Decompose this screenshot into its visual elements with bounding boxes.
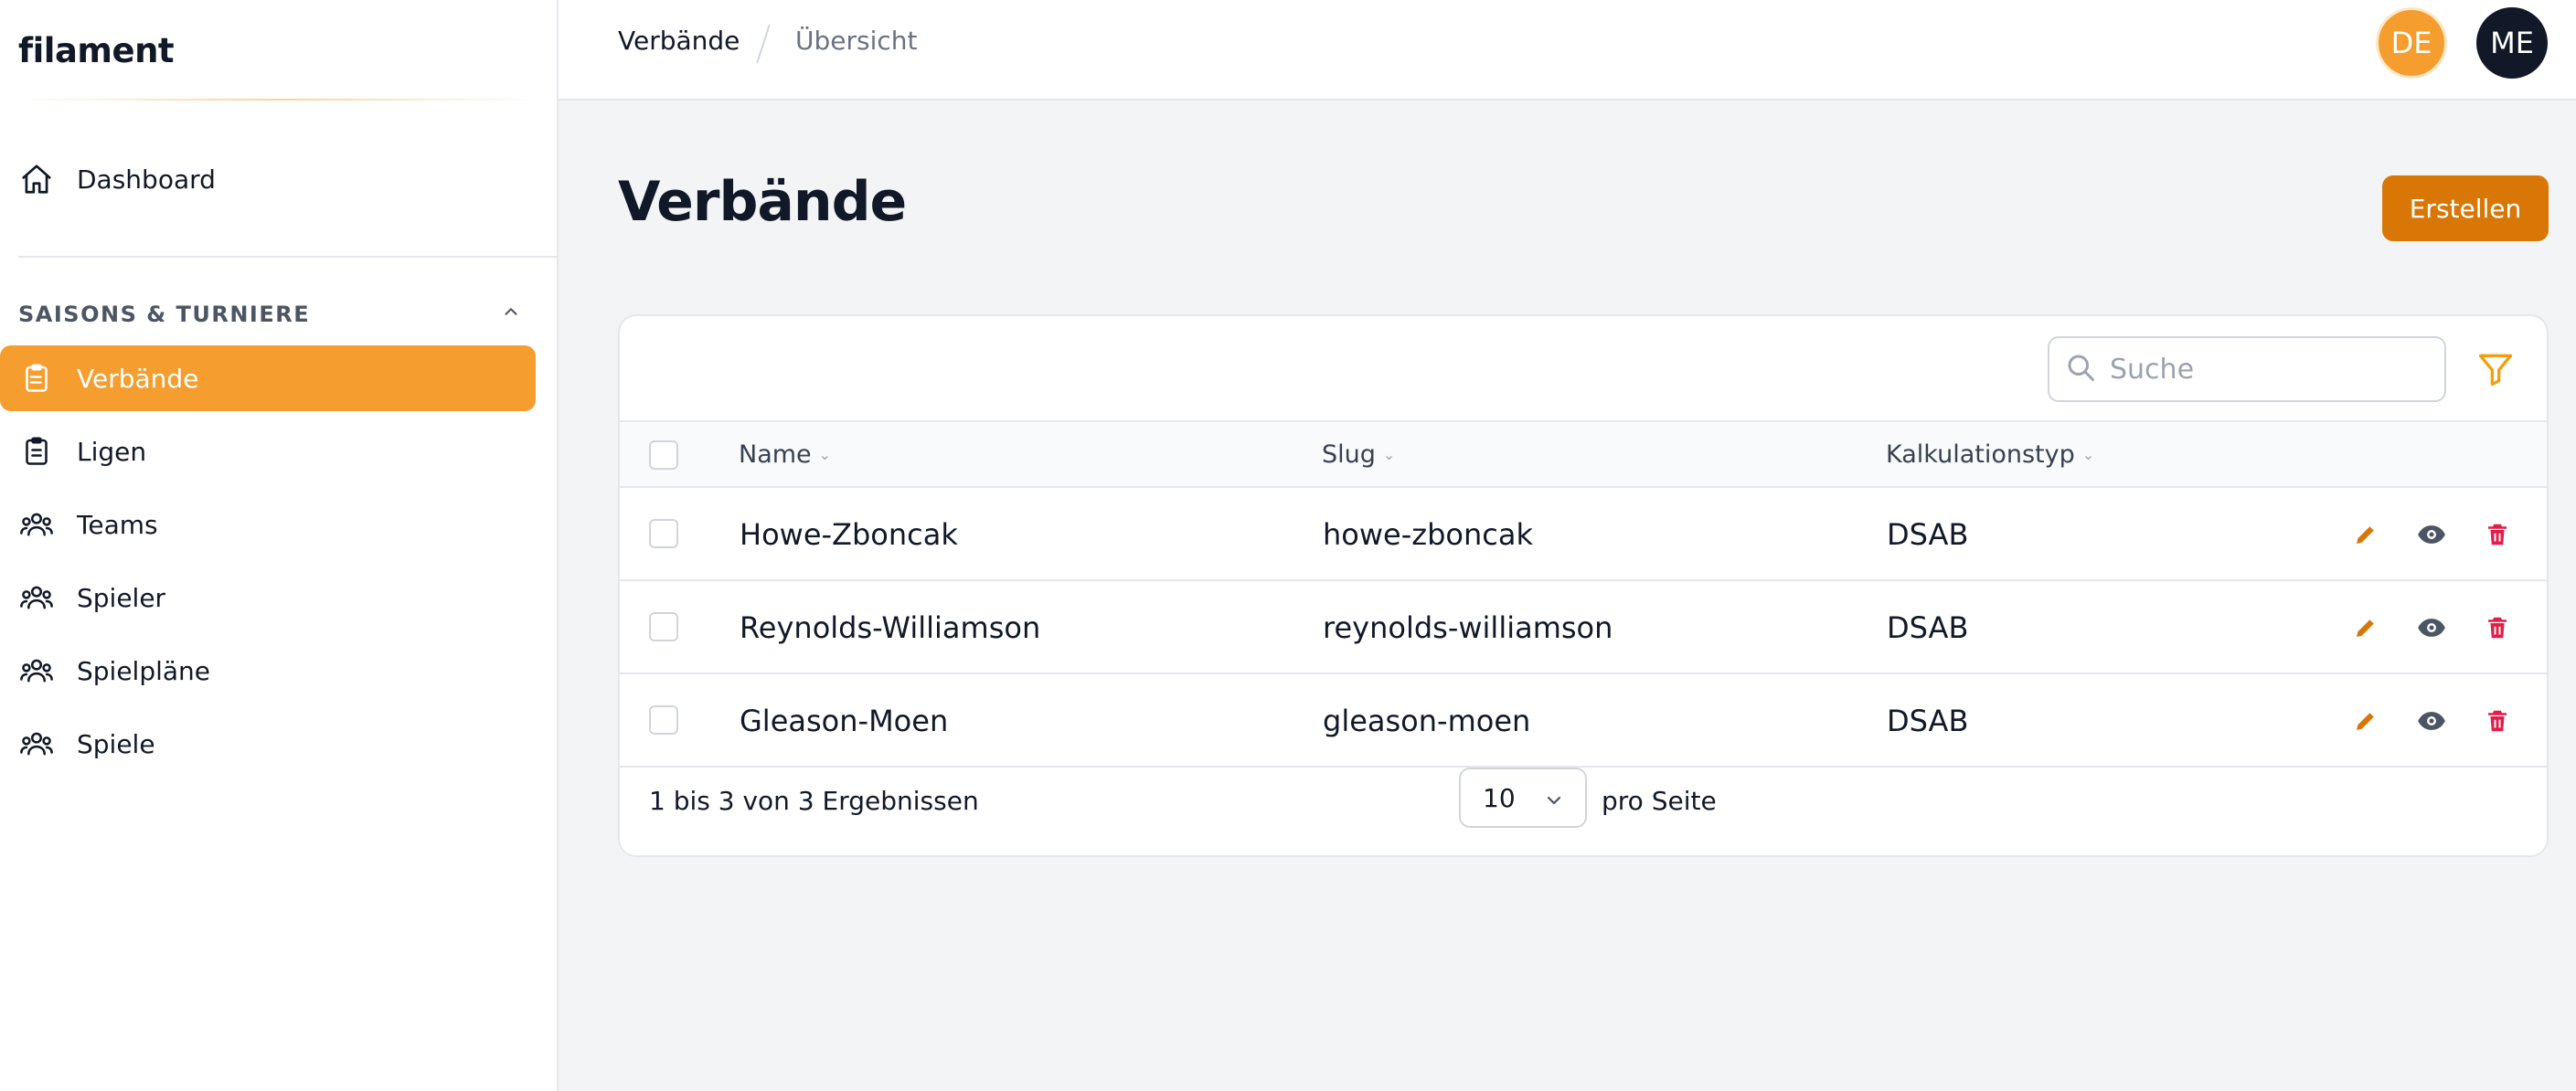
row-checkbox[interactable] <box>649 612 678 641</box>
cell-kalkulationstyp: DSAB <box>1887 517 1969 552</box>
sidebar-group-header[interactable]: SAISONS & TURNIERE <box>18 302 521 327</box>
avatar-de[interactable]: DE <box>2376 7 2447 79</box>
sidebar-divider <box>18 256 558 258</box>
brand-underline <box>18 99 538 101</box>
edit-pencil-icon[interactable] <box>2349 518 2382 551</box>
cell-name[interactable]: Reynolds-Williamson <box>740 610 1040 645</box>
brand-logo[interactable]: filament <box>0 0 557 101</box>
search-box[interactable] <box>2048 336 2446 402</box>
avatar-initials: ME <box>2490 26 2534 60</box>
row-checkbox[interactable] <box>649 519 678 548</box>
table-row: Gleason-Moen gleason-moen DSAB <box>620 674 2547 768</box>
cell-kalkulationstyp: DSAB <box>1887 610 1969 645</box>
sidebar-item-teams[interactable]: Teams <box>0 492 536 557</box>
table-card: Name ⌄ Slug ⌄ Kalkulationstyp ⌄ Howe-Zbo… <box>618 314 2549 857</box>
sidebar-item-ligen[interactable]: Ligen <box>0 418 536 484</box>
brand-name: filament <box>18 30 175 70</box>
sidebar-item-label: Spieler <box>77 582 166 613</box>
user-group-icon <box>18 652 55 689</box>
topbar: Verbände Übersicht DE ME <box>559 0 2576 101</box>
avatar-initials: DE <box>2390 26 2432 60</box>
chevron-down-icon <box>1543 788 1565 818</box>
delete-trash-icon[interactable] <box>2481 704 2514 737</box>
user-group-icon <box>18 726 55 762</box>
column-header-label: Name <box>739 440 812 469</box>
sidebar-item-verbaende[interactable]: Verbände <box>0 345 536 411</box>
sidebar-group-label: SAISONS & TURNIERE <box>18 302 311 327</box>
select-all-checkbox[interactable] <box>649 440 678 470</box>
pagination-results-text: 1 bis 3 von 3 Ergebnissen <box>649 786 979 816</box>
per-page-label: pro Seite <box>1602 786 1717 816</box>
search-input[interactable] <box>2110 353 2421 386</box>
filter-icon[interactable] <box>2475 349 2516 389</box>
sidebar-item-spielplaene[interactable]: Spielpläne <box>0 638 536 704</box>
per-page-value: 10 <box>1483 782 1516 813</box>
create-button[interactable]: Erstellen <box>2382 175 2549 241</box>
sort-chevron-icon: ⌄ <box>1382 446 1396 463</box>
sidebar-item-label: Teams <box>77 509 158 540</box>
view-eye-icon[interactable] <box>2415 518 2448 551</box>
column-header-label: Slug <box>1322 440 1376 469</box>
search-icon <box>2064 351 2097 387</box>
breadcrumb-item-verbaende[interactable]: Verbände <box>618 26 740 56</box>
cell-slug: reynolds-williamson <box>1323 610 1613 645</box>
cell-kalkulationstyp: DSAB <box>1887 704 1969 738</box>
sidebar-item-spiele[interactable]: Spiele <box>0 711 536 777</box>
avatar-me[interactable]: ME <box>2476 7 2548 79</box>
page-title: Verbände <box>618 170 907 234</box>
cell-name[interactable]: Gleason-Moen <box>740 704 948 738</box>
user-group-icon <box>18 579 55 616</box>
sidebar-item-label: Dashboard <box>77 164 216 195</box>
per-page-select[interactable]: 10 <box>1459 768 1587 828</box>
cell-slug: howe-zboncak <box>1323 517 1533 552</box>
table-row: Reynolds-Williamson reynolds-williamson … <box>620 581 2547 674</box>
clipboard-icon <box>18 360 55 397</box>
breadcrumb-separator <box>756 24 771 64</box>
user-group-icon <box>18 506 55 543</box>
breadcrumb-item-uebersicht: Übersicht <box>795 26 918 56</box>
home-icon <box>18 161 55 197</box>
sidebar-item-label: Verbände <box>77 363 199 394</box>
edit-pencil-icon[interactable] <box>2349 611 2382 644</box>
column-header-label: Kalkulationstyp <box>1886 440 2075 469</box>
delete-trash-icon[interactable] <box>2481 611 2514 644</box>
column-header-slug[interactable]: Slug ⌄ <box>1322 440 1395 469</box>
sidebar-item-label: Ligen <box>77 436 147 467</box>
view-eye-icon[interactable] <box>2415 611 2448 644</box>
sort-chevron-icon: ⌄ <box>818 446 832 463</box>
view-eye-icon[interactable] <box>2415 704 2448 737</box>
sidebar-item-spieler[interactable]: Spieler <box>0 565 536 630</box>
chevron-up-icon[interactable] <box>501 302 521 327</box>
delete-trash-icon[interactable] <box>2481 518 2514 551</box>
column-header-name[interactable]: Name ⌄ <box>739 440 831 469</box>
sort-chevron-icon: ⌄ <box>2081 446 2095 463</box>
sidebar-item-dashboard[interactable]: Dashboard <box>0 146 536 212</box>
sidebar-item-label: Spielpläne <box>77 655 211 686</box>
cell-slug: gleason-moen <box>1323 704 1531 738</box>
edit-pencil-icon[interactable] <box>2349 704 2382 737</box>
sidebar: filament Dashboard SAISONS & TURNIERE Ve… <box>0 0 559 1091</box>
table-row: Howe-Zboncak howe-zboncak DSAB <box>620 488 2547 581</box>
sidebar-item-label: Spiele <box>77 728 155 759</box>
clipboard-icon <box>18 433 55 470</box>
table-header: Name ⌄ Slug ⌄ Kalkulationstyp ⌄ <box>620 420 2547 488</box>
cell-name[interactable]: Howe-Zboncak <box>740 517 958 552</box>
column-header-kalkulationstyp[interactable]: Kalkulationstyp ⌄ <box>1886 440 2094 469</box>
row-checkbox[interactable] <box>649 705 678 735</box>
